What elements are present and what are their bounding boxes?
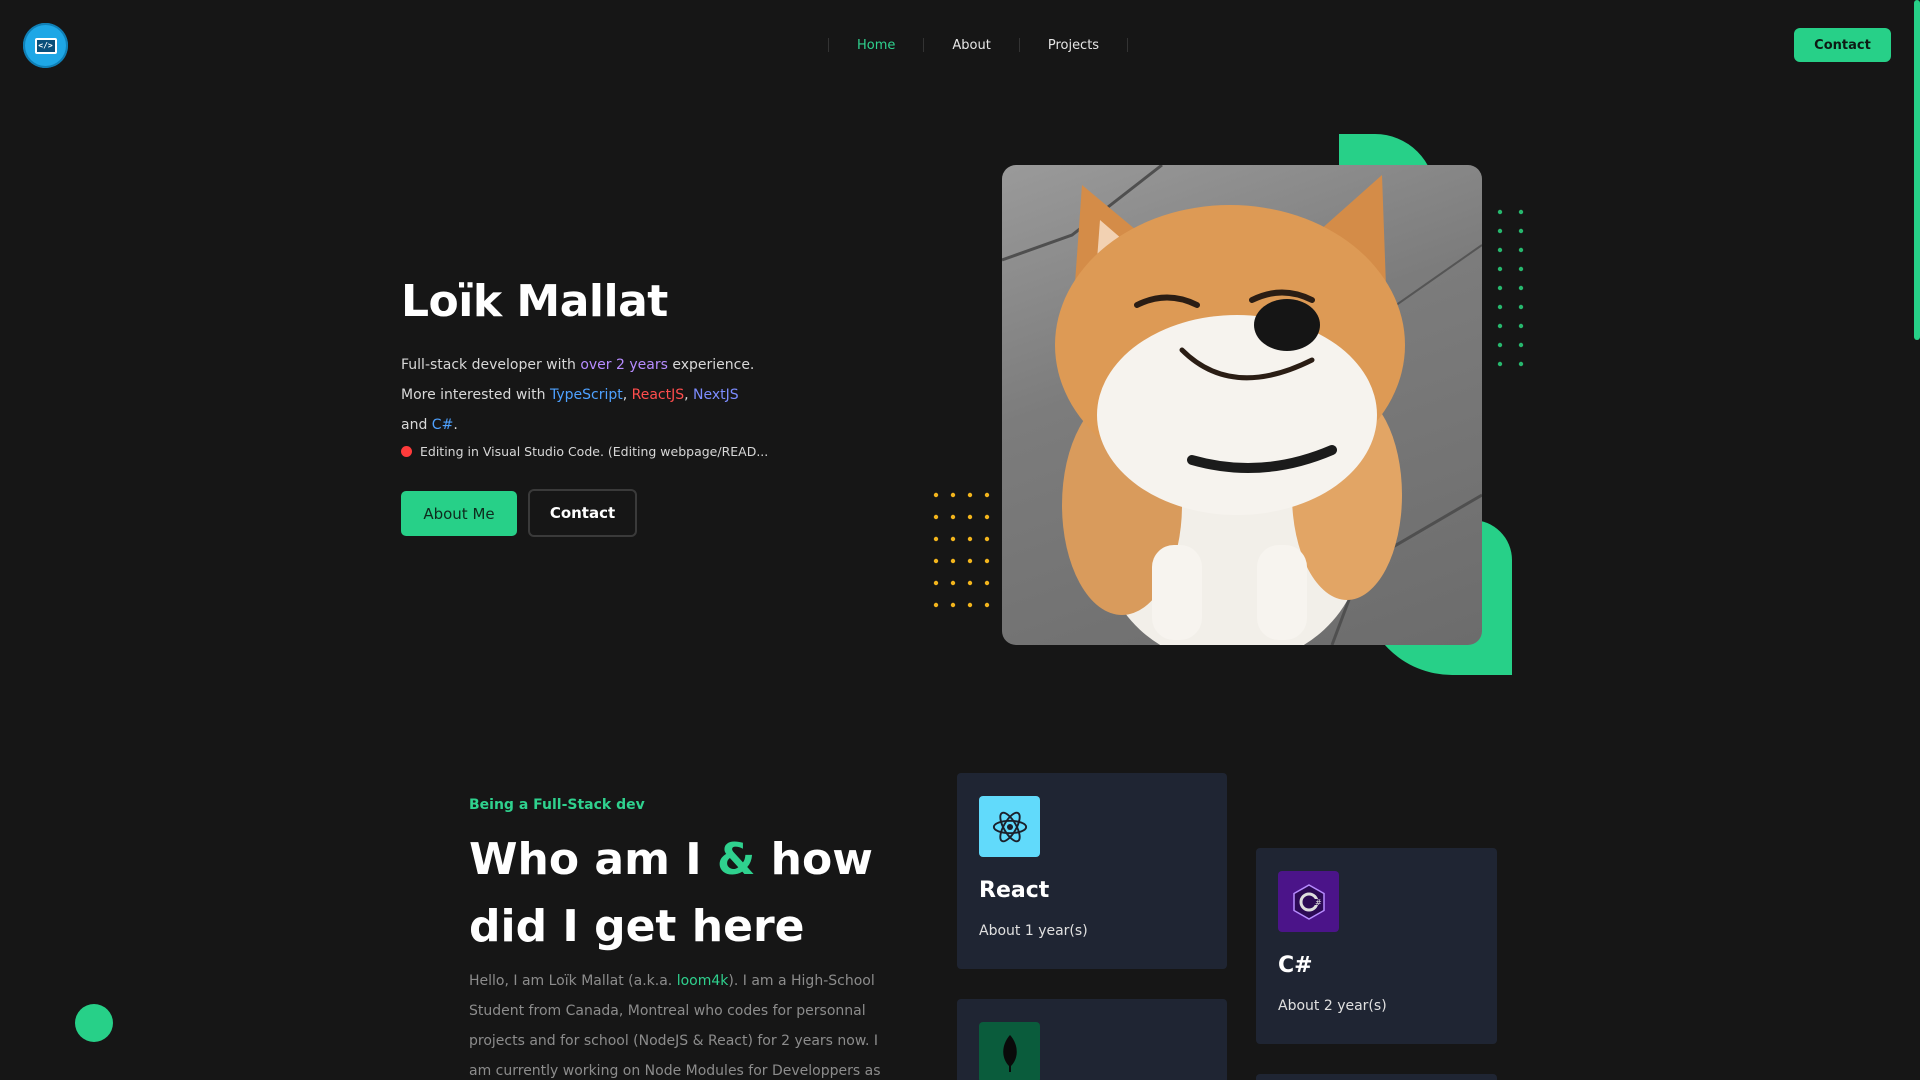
site-logo[interactable]: </>	[23, 23, 68, 68]
desc-text: ,	[622, 387, 632, 403]
skill-csharp: C#	[431, 417, 454, 433]
desc-text: experience.	[667, 357, 755, 373]
desc-text: ,	[684, 387, 694, 403]
nav-divider	[1127, 38, 1129, 52]
skill-card-mongodb	[957, 999, 1227, 1080]
skill-card-csharp: # C# About 2 year(s)	[1256, 848, 1497, 1044]
skill-reactjs: ReactJS	[631, 387, 685, 403]
csharp-hexagon-glyph: #	[1292, 883, 1325, 920]
yellow-dots	[933, 492, 990, 608]
skill-name: C#	[1278, 953, 1313, 978]
desc-highlight-experience: over 2 years	[580, 357, 668, 373]
skill-card-partial	[1256, 1074, 1497, 1080]
about-me-button[interactable]: About Me	[401, 491, 517, 536]
desc-text: Full-stack developer with	[401, 357, 581, 373]
header-contact-button[interactable]: Contact	[1794, 28, 1891, 62]
skill-duration: About 2 year(s)	[1278, 998, 1387, 1014]
section-eyebrow: Being a Full-Stack dev	[469, 797, 645, 813]
nav-item-home[interactable]: Home	[857, 38, 895, 53]
skill-nextjs: NextJS	[693, 387, 739, 403]
activity-status: Editing in Visual Studio Code. (Editing …	[401, 444, 768, 459]
nav-item-about[interactable]: About	[952, 38, 990, 53]
desc-text: and	[401, 417, 432, 433]
react-atom-icon	[979, 796, 1040, 857]
section-title: Who am I & how did I get here	[469, 826, 889, 960]
title-ampersand: &	[716, 834, 756, 885]
status-dot-icon	[401, 446, 412, 457]
react-atom-glyph	[992, 811, 1027, 842]
status-text: Editing in Visual Studio Code. (Editing …	[420, 444, 769, 459]
skill-card-react: React About 1 year(s)	[957, 773, 1227, 969]
bio-alias-link[interactable]: loom4k	[677, 973, 729, 989]
desc-text: .	[453, 417, 458, 433]
shiba-dog-illustration	[1002, 165, 1482, 645]
nav-divider	[1018, 38, 1020, 52]
csharp-icon: #	[1278, 871, 1339, 932]
main-nav: Home About Projects	[800, 36, 1156, 54]
nav-divider	[923, 38, 925, 52]
desc-text: More interested with	[401, 387, 550, 403]
skill-name: React	[979, 878, 1050, 903]
green-dots	[1497, 209, 1524, 367]
nav-item-projects[interactable]: Projects	[1048, 38, 1099, 53]
decorative-dot-grid	[933, 492, 990, 608]
profile-image	[1002, 165, 1482, 645]
nav-divider	[828, 38, 829, 52]
floating-action-button[interactable]	[75, 1004, 113, 1042]
bio-text: Hello, I am Loïk Mallat (a.k.a.	[469, 973, 677, 989]
hero-description: Full-stack developer with over 2 years e…	[401, 350, 761, 440]
title-text: Who am I	[469, 834, 717, 885]
mongodb-leaf-icon	[979, 1022, 1040, 1080]
code-window-icon: </>	[34, 37, 57, 54]
skill-typescript: TypeScript	[549, 387, 623, 403]
skill-duration: About 1 year(s)	[979, 923, 1088, 939]
leaf-glyph	[1002, 1034, 1017, 1072]
svg-text:#: #	[1315, 898, 1322, 907]
decorative-dot-grid	[1497, 209, 1524, 367]
bio-paragraph: Hello, I am Loïk Mallat (a.k.a. loom4k).…	[469, 966, 889, 1080]
hero-contact-button[interactable]: Contact	[528, 489, 637, 537]
hero-name: Loïk Mallat	[401, 276, 668, 327]
page-scrollbar[interactable]	[1914, 0, 1920, 340]
